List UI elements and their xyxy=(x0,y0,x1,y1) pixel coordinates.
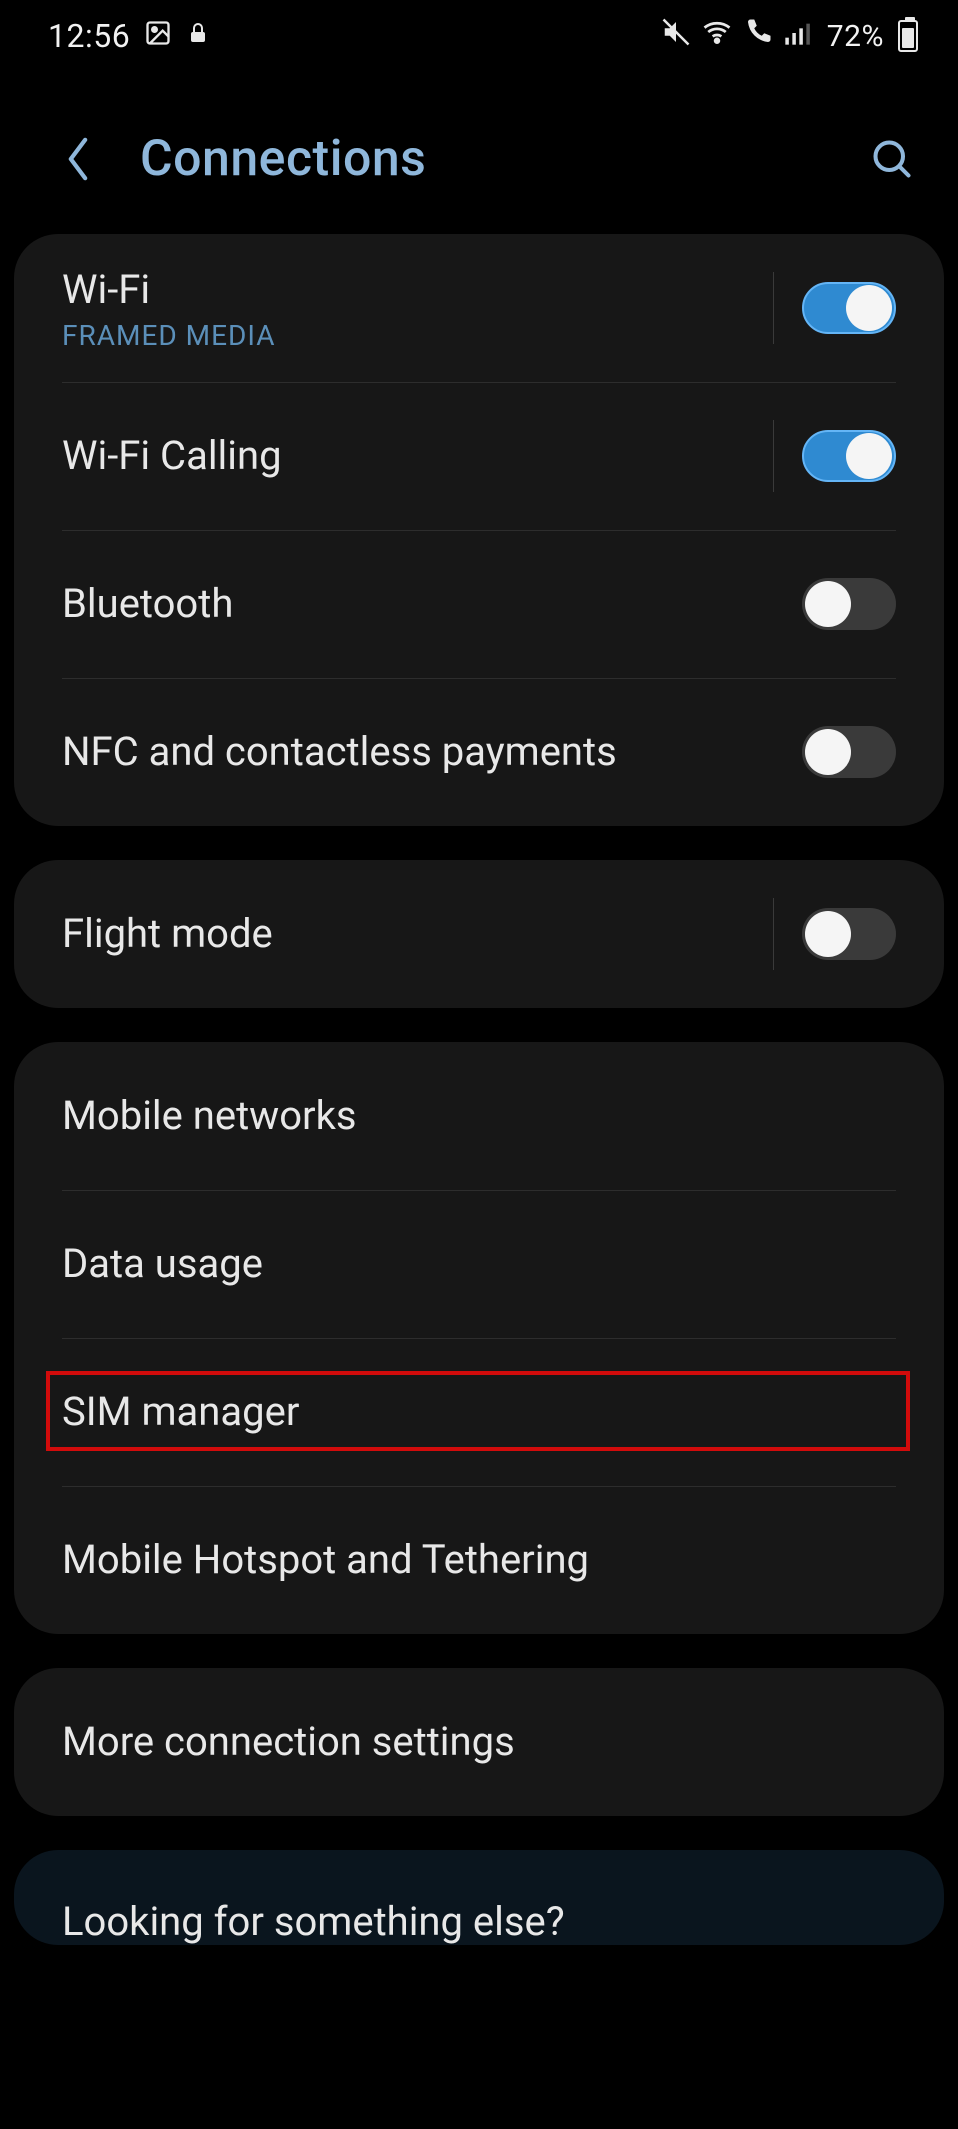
row-flight-mode[interactable]: Flight mode xyxy=(14,860,944,1008)
flight-mode-toggle[interactable] xyxy=(802,908,896,960)
search-button[interactable] xyxy=(866,133,918,185)
wifi-calling-toggle[interactable] xyxy=(802,430,896,482)
signal-icon xyxy=(783,17,811,55)
vertical-separator xyxy=(773,420,774,492)
row-wifi[interactable]: Wi-Fi FRAMED MEDIA xyxy=(14,234,944,382)
row-data-usage[interactable]: Data usage xyxy=(14,1190,944,1338)
status-right: 72% xyxy=(661,17,918,55)
row-wifi-calling[interactable]: Wi-Fi Calling xyxy=(14,382,944,530)
status-bar: 12:56 xyxy=(0,0,958,72)
settings-group: More connection settings xyxy=(14,1668,944,1816)
settings-group: Flight mode xyxy=(14,860,944,1008)
switch-knob xyxy=(805,911,851,957)
switch-knob xyxy=(846,433,892,479)
row-label: Mobile Hotspot and Tethering xyxy=(62,1535,896,1585)
row-text: More connection settings xyxy=(62,1717,896,1767)
battery-percentage: 72% xyxy=(827,19,884,54)
row-more-connection-settings[interactable]: More connection settings xyxy=(14,1668,944,1816)
looking-for-text: Looking for something else? xyxy=(14,1850,944,1945)
vertical-separator xyxy=(773,272,774,344)
row-sublabel: FRAMED MEDIA xyxy=(62,319,773,352)
row-text: NFC and contactless payments xyxy=(62,727,802,777)
vertical-separator xyxy=(773,898,774,970)
header: Connections xyxy=(0,72,958,234)
row-text: Wi-Fi Calling xyxy=(62,431,773,481)
mute-vibrate-icon xyxy=(661,17,691,55)
row-text: Bluetooth xyxy=(62,579,802,629)
page-title: Connections xyxy=(140,130,866,188)
row-label: NFC and contactless payments xyxy=(62,727,802,777)
wifi-icon xyxy=(701,17,733,55)
row-label: Data usage xyxy=(62,1239,896,1289)
wifi-calling-status-icon xyxy=(743,17,773,55)
row-bluetooth[interactable]: Bluetooth xyxy=(14,530,944,678)
settings-group: Mobile networks Data usage SIM manager Mobi… xyxy=(14,1042,944,1634)
row-label: Wi-Fi Calling xyxy=(62,431,773,481)
row-text: Flight mode xyxy=(62,909,773,959)
status-left: 12:56 xyxy=(48,17,210,55)
bluetooth-toggle[interactable] xyxy=(802,578,896,630)
settings-group: Wi-Fi FRAMED MEDIA Wi-Fi Calling Bluetooth N… xyxy=(14,234,944,826)
row-label: Flight mode xyxy=(62,909,773,959)
wifi-toggle[interactable] xyxy=(802,282,896,334)
battery-icon xyxy=(898,20,918,52)
row-text: Data usage xyxy=(62,1239,896,1289)
row-text: Mobile Hotspot and Tethering xyxy=(62,1535,896,1585)
looking-for-card[interactable]: Looking for something else? xyxy=(14,1850,944,1945)
row-text: Wi-Fi FRAMED MEDIA xyxy=(62,265,773,352)
row-mobile-networks[interactable]: Mobile networks xyxy=(14,1042,944,1190)
lock-icon xyxy=(186,17,210,55)
status-time: 12:56 xyxy=(48,17,130,55)
row-text: Mobile networks xyxy=(62,1091,896,1141)
nfc-toggle[interactable] xyxy=(802,726,896,778)
switch-knob xyxy=(846,285,892,331)
image-icon xyxy=(144,17,172,55)
row-label: Mobile networks xyxy=(62,1091,896,1141)
back-button[interactable] xyxy=(52,133,104,185)
row-label: Bluetooth xyxy=(62,579,802,629)
row-nfc[interactable]: NFC and contactless payments xyxy=(14,678,944,826)
switch-knob xyxy=(805,729,851,775)
switch-knob xyxy=(805,581,851,627)
row-text: SIM manager xyxy=(62,1387,896,1437)
row-label: More connection settings xyxy=(62,1717,896,1767)
row-label: Wi-Fi xyxy=(62,265,773,315)
row-sim-manager[interactable]: SIM manager xyxy=(14,1338,944,1486)
row-label: SIM manager xyxy=(62,1387,896,1437)
row-mobile-hotspot[interactable]: Mobile Hotspot and Tethering xyxy=(14,1486,944,1634)
